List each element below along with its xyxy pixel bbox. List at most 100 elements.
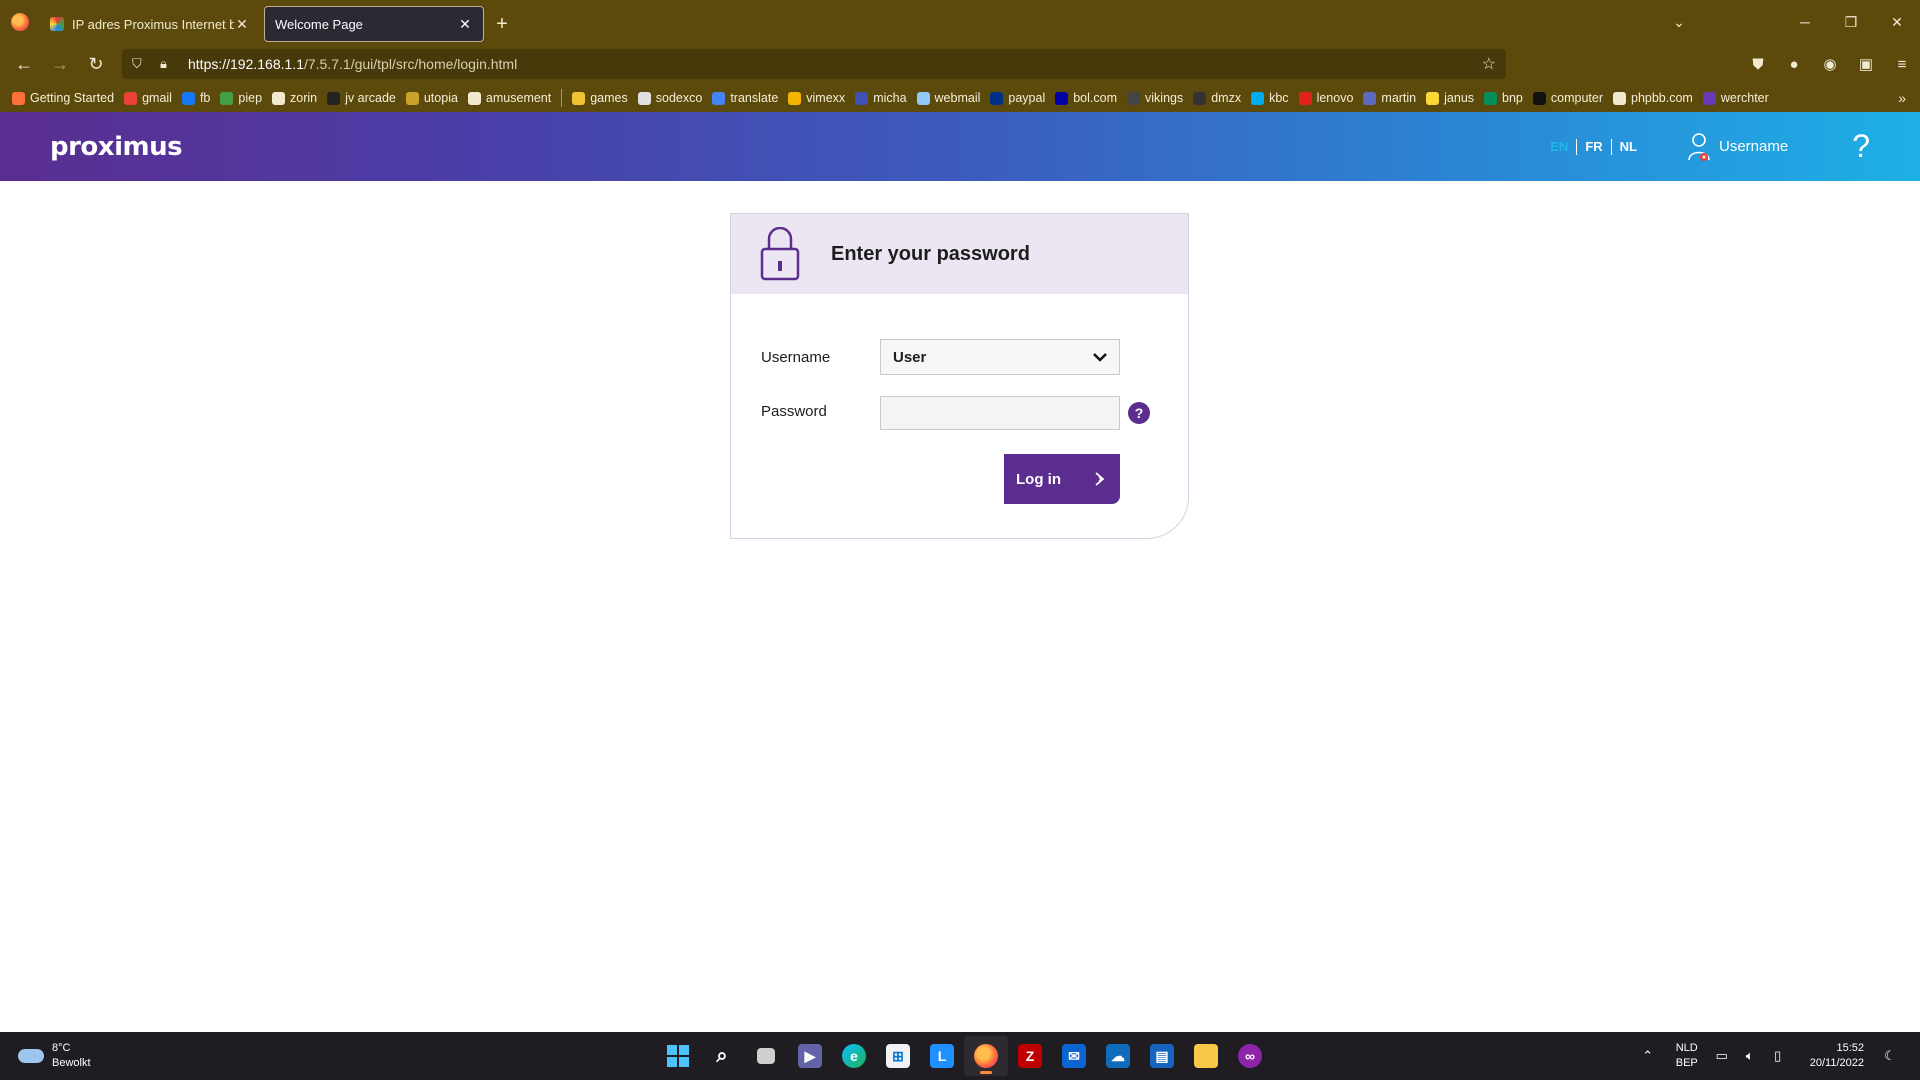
clock-date: 20/11/2022 xyxy=(1809,1057,1864,1069)
volume-icon[interactable]: 🔈︎ xyxy=(1738,1048,1762,1064)
extension-icon[interactable]: ◉ xyxy=(1812,55,1848,73)
new-tab-button[interactable]: + xyxy=(484,6,520,42)
more-bookmarks-icon[interactable]: » xyxy=(1898,90,1906,106)
bookmark-favicon-icon xyxy=(1363,91,1377,105)
network-icon[interactable]: ▭ xyxy=(1710,1048,1734,1064)
browser-tab-bar: IP adres Proximus Internet box ✕ Welcome… xyxy=(0,0,1920,44)
chevron-up-icon[interactable]: ⌃ xyxy=(1636,1048,1660,1064)
address-bar[interactable]: ⛉ 🔒︎ https://192.168.1.1/7.5.7.1/gui/tpl… xyxy=(122,49,1506,79)
help-icon[interactable]: ? xyxy=(1852,128,1870,165)
bookmark-item[interactable]: bol.com xyxy=(1055,91,1117,105)
edge-button[interactable]: e xyxy=(832,1036,876,1076)
teams-button[interactable]: ▶ xyxy=(788,1036,832,1076)
task-view-button[interactable] xyxy=(744,1036,788,1076)
onedrive-button[interactable]: ☁ xyxy=(1096,1036,1140,1076)
close-icon[interactable]: ✕ xyxy=(457,16,473,33)
menu-icon[interactable]: ≡ xyxy=(1884,56,1920,73)
notifications-icon[interactable]: ☾ xyxy=(1878,1048,1902,1064)
username-select[interactable]: User xyxy=(880,339,1120,375)
bookmark-item[interactable]: piep xyxy=(220,91,262,105)
list-all-tabs-icon[interactable]: ⌄ xyxy=(1656,14,1702,31)
lang-en-link[interactable]: EN xyxy=(1542,139,1576,154)
extensions-icon[interactable]: ▣ xyxy=(1848,55,1884,73)
store-button[interactable]: ⊞ xyxy=(876,1036,920,1076)
bookmark-item[interactable]: martin xyxy=(1363,91,1416,105)
forward-icon[interactable]: → xyxy=(42,48,78,80)
input-language[interactable]: NLD BEP xyxy=(1676,1041,1698,1071)
tab-favicon-icon xyxy=(50,17,64,31)
url-path: /7.5.7.1/gui/tpl/src/home/login.html xyxy=(303,56,518,72)
tab-ip-adres[interactable]: IP adres Proximus Internet box ✕ xyxy=(40,6,260,42)
bookmark-item[interactable]: utopia xyxy=(405,91,458,105)
bookmark-favicon-icon xyxy=(12,91,25,105)
bookmark-item[interactable]: dmzx xyxy=(1193,91,1241,105)
weather-widget[interactable]: 8°C Bewolkt xyxy=(18,1041,91,1071)
firefox-button[interactable] xyxy=(964,1036,1008,1076)
shield-icon[interactable]: ⛉ xyxy=(132,56,152,72)
launcher-l-button[interactable]: L xyxy=(920,1036,964,1076)
back-icon[interactable]: ← xyxy=(6,48,42,80)
bookmark-item[interactable]: paypal xyxy=(990,91,1045,105)
account-icon[interactable]: ● xyxy=(1776,56,1812,73)
bookmark-label: janus xyxy=(1444,91,1475,105)
bookmark-item[interactable]: webmail xyxy=(916,91,980,105)
start-button[interactable] xyxy=(656,1036,700,1076)
bookmark-item[interactable]: games xyxy=(572,91,628,105)
bookmark-favicon-icon xyxy=(405,91,419,105)
media-app-button[interactable]: ∞ xyxy=(1228,1036,1272,1076)
star-icon[interactable]: ☆ xyxy=(1482,54,1496,74)
bookmark-item[interactable]: werchter xyxy=(1702,91,1769,105)
file-explorer-button[interactable] xyxy=(1184,1036,1228,1076)
bookmark-label: gmail xyxy=(142,91,172,105)
bookmark-item[interactable]: sodexco xyxy=(637,91,702,105)
pocket-icon[interactable]: ⛊ xyxy=(1740,56,1776,73)
user-menu[interactable]: Username xyxy=(1687,132,1788,162)
bookmark-item[interactable]: gmail xyxy=(124,91,172,105)
login-button[interactable]: Log in xyxy=(1004,454,1120,504)
bookmark-item[interactable]: bnp xyxy=(1484,91,1523,105)
restore-icon[interactable]: ❐ xyxy=(1828,14,1874,31)
lock-icon[interactable]: 🔒︎ xyxy=(160,56,180,72)
bookmark-label: lenovo xyxy=(1316,91,1354,105)
bookmark-label: utopia xyxy=(423,91,458,105)
bookmark-item[interactable]: janus xyxy=(1426,91,1474,105)
bookmark-item[interactable]: vikings xyxy=(1127,91,1183,105)
bookmark-item[interactable]: micha xyxy=(855,91,907,105)
bookmark-item[interactable]: amusement xyxy=(467,91,551,105)
bookmark-item[interactable]: jv arcade xyxy=(327,91,396,105)
bookmark-separator xyxy=(561,89,563,107)
mail-button[interactable]: ✉ xyxy=(1052,1036,1096,1076)
minimize-icon[interactable]: ─ xyxy=(1782,14,1828,30)
close-window-icon[interactable]: ✕ xyxy=(1874,14,1920,31)
filezilla-button[interactable]: Z xyxy=(1008,1036,1052,1076)
tab-welcome-page[interactable]: Welcome Page ✕ xyxy=(264,6,484,42)
proximus-logo[interactable]: proximus xyxy=(50,132,183,162)
close-icon[interactable]: ✕ xyxy=(234,16,250,33)
search-button[interactable]: ⌕ xyxy=(700,1036,744,1076)
folder-icon xyxy=(1194,1044,1218,1068)
bookmark-item[interactable]: Getting Started xyxy=(12,91,114,105)
lang-fr-link[interactable]: FR xyxy=(1577,139,1610,154)
bookmark-item[interactable]: phpbb.com xyxy=(1613,91,1693,105)
password-input[interactable] xyxy=(880,396,1120,430)
bookmark-item[interactable]: lenovo xyxy=(1298,91,1354,105)
bookmark-item[interactable]: zorin xyxy=(272,91,317,105)
bookmark-label: bol.com xyxy=(1073,91,1118,105)
lang-nl-link[interactable]: NL xyxy=(1612,139,1645,154)
bookmark-favicon-icon xyxy=(220,91,234,105)
bookmark-item[interactable]: kbc xyxy=(1251,91,1289,105)
clock[interactable]: 15:52 20/11/2022 xyxy=(1810,1041,1864,1071)
battery-icon[interactable]: ▯ xyxy=(1766,1048,1790,1064)
bookmark-item[interactable]: translate xyxy=(712,91,778,105)
bookmark-item[interactable]: vimexx xyxy=(788,91,845,105)
notes-button[interactable]: ▤ xyxy=(1140,1036,1184,1076)
reload-icon[interactable]: ↻ xyxy=(78,48,114,80)
bookmark-item[interactable]: computer xyxy=(1532,91,1603,105)
bookmark-label: martin xyxy=(1381,91,1417,105)
bookmark-label: piep xyxy=(238,91,263,105)
login-button-label: Log in xyxy=(1016,470,1061,488)
username-label: Username xyxy=(1719,138,1789,155)
password-help-icon[interactable]: ? xyxy=(1128,402,1150,424)
bookmark-item[interactable]: fb xyxy=(181,91,210,105)
firefox-menu-button[interactable] xyxy=(0,0,40,44)
